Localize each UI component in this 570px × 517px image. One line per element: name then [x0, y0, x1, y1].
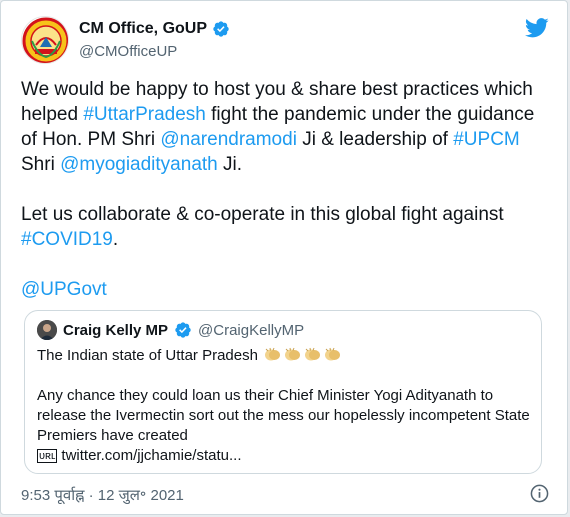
text-segment: . [112, 229, 119, 250]
mention-myogiadityanath[interactable]: @myogiadityanath [60, 154, 218, 175]
text-segment: Let us collaborate & co-operate in this … [21, 204, 504, 225]
hashtag-upcm[interactable]: #UPCM [453, 129, 520, 150]
text-segment: The Indian state of Uttar Pradesh [37, 347, 258, 364]
tweet-timestamp[interactable]: 9:53 पूर्वाह्न · 12 जुल॰ 2021 [21, 485, 184, 505]
up-emblem-icon [22, 17, 68, 63]
quoted-author-avatar [37, 320, 57, 340]
author-names: CM Office, GoUP @CMOfficeUP [79, 19, 230, 62]
text-segment: Ji. [217, 154, 243, 175]
quoted-line-2: Any chance they could loan us their Chie… [37, 387, 530, 444]
quoted-link[interactable]: twitter.com/jjchamie/statu... [61, 447, 241, 464]
author-handle[interactable]: @CMOfficeUP [79, 42, 230, 62]
url-badge-icon: ᴜʀʟ [37, 449, 58, 463]
verified-badge-icon [213, 21, 229, 37]
tweet-header: CM Office, GoUP @CMOfficeUP [21, 16, 549, 64]
quoted-line-1: The Indian state of Uttar Pradesh [37, 346, 533, 366]
tweet-paragraph-2: Let us collaborate & co-operate in this … [21, 202, 549, 252]
clapping-hands-icon [325, 347, 341, 361]
author-display-name-row[interactable]: CM Office, GoUP [79, 19, 230, 39]
clapping-hands-icon [305, 347, 321, 361]
tweet-footer: 9:53 पूर्वाह्न · 12 जुल॰ 2021 [21, 484, 549, 504]
person-avatar-icon [37, 320, 57, 340]
mention-narendramodi[interactable]: @narendramodi [160, 129, 297, 150]
twitter-bird-icon[interactable] [525, 18, 549, 38]
text-segment: Shri [21, 154, 61, 175]
tweet-text: We would be happy to host you & share be… [21, 77, 549, 327]
clapping-hands-icon [265, 347, 281, 361]
clapping-hands-icon [285, 347, 301, 361]
info-icon[interactable] [530, 484, 549, 503]
verified-badge-icon [175, 322, 191, 338]
quoted-tweet[interactable]: Craig Kelly MP @CraigKellyMP The Indian … [24, 310, 542, 474]
tweet-embed-card: CM Office, GoUP @CMOfficeUP We would be … [0, 0, 568, 515]
quoted-link-line: ᴜʀʟ twitter.com/jjchamie/statu... [37, 446, 533, 466]
hashtag-covid19[interactable]: #COVID19 [21, 229, 113, 250]
author-display-name[interactable]: CM Office, GoUP [79, 19, 207, 39]
tweet-paragraph-1: We would be happy to host you & share be… [21, 77, 549, 177]
mention-upgovt[interactable]: @UPGovt [21, 279, 107, 300]
quoted-author-name: Craig Kelly MP [63, 321, 169, 339]
hashtag-uttarpradesh[interactable]: #UttarPradesh [83, 104, 206, 125]
quoted-tweet-text: The Indian state of Uttar Pradesh Any ch… [37, 346, 533, 466]
author-avatar[interactable] [21, 16, 69, 64]
quoted-author-handle: @CraigKellyMP [198, 321, 305, 339]
quoted-spacer [37, 366, 533, 386]
quoted-tweet-header: Craig Kelly MP @CraigKellyMP [37, 320, 304, 340]
text-segment: Ji & leadership of [296, 129, 454, 150]
tweet-paragraph-3: @UPGovt [21, 277, 549, 302]
